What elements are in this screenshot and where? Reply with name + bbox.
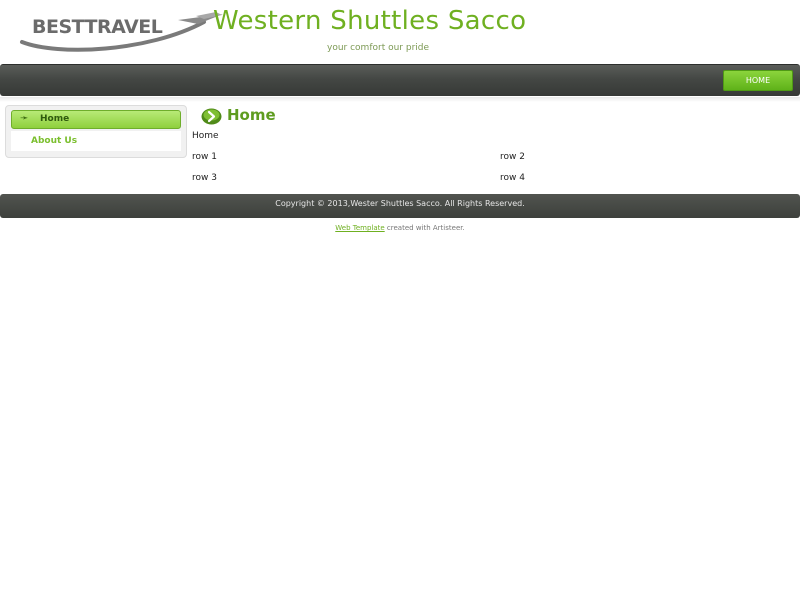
table-cell: row 2 [500, 152, 525, 162]
content-text: Home [192, 131, 219, 141]
site-header: BESTTRAVEL Western Shuttles Sacco your c… [0, 0, 800, 62]
chevron-right-circle-icon [201, 107, 222, 125]
logo-text: BESTTRAVEL [32, 16, 163, 38]
sidebar-item-about-us[interactable]: About Us [11, 131, 181, 151]
besttravel-logo[interactable]: BESTTRAVEL [18, 12, 223, 56]
credit-line: Web Template created with Artisteer. [0, 224, 800, 232]
site-footer: Copyright © 2013,Wester Shuttles Sacco. … [0, 194, 800, 218]
navbar-shadow [0, 97, 800, 102]
sidebar-item-label: Home [40, 114, 70, 124]
copyright-text: Copyright © 2013,Wester Shuttles Sacco. … [275, 199, 525, 208]
nav-home-button[interactable]: HOME [723, 70, 793, 91]
site-title: Western Shuttles Sacco [213, 6, 527, 36]
page-title: Home [227, 106, 276, 124]
sidebar-item-label: About Us [31, 136, 78, 146]
site-slogan: your comfort our pride [327, 43, 430, 53]
table-cell: row 1 [192, 152, 217, 162]
credit-text: created with Artisteer. [384, 224, 465, 232]
table-cell: row 4 [500, 173, 525, 183]
plane-arrow-icon: ➛ [20, 113, 29, 124]
table-cell: row 3 [192, 173, 217, 183]
web-template-link[interactable]: Web Template [335, 224, 384, 232]
top-navbar: HOME [0, 64, 800, 96]
sidebar-item-home[interactable]: ➛ Home [11, 110, 181, 129]
sidebar-menu: ➛ Home About Us [5, 105, 187, 158]
